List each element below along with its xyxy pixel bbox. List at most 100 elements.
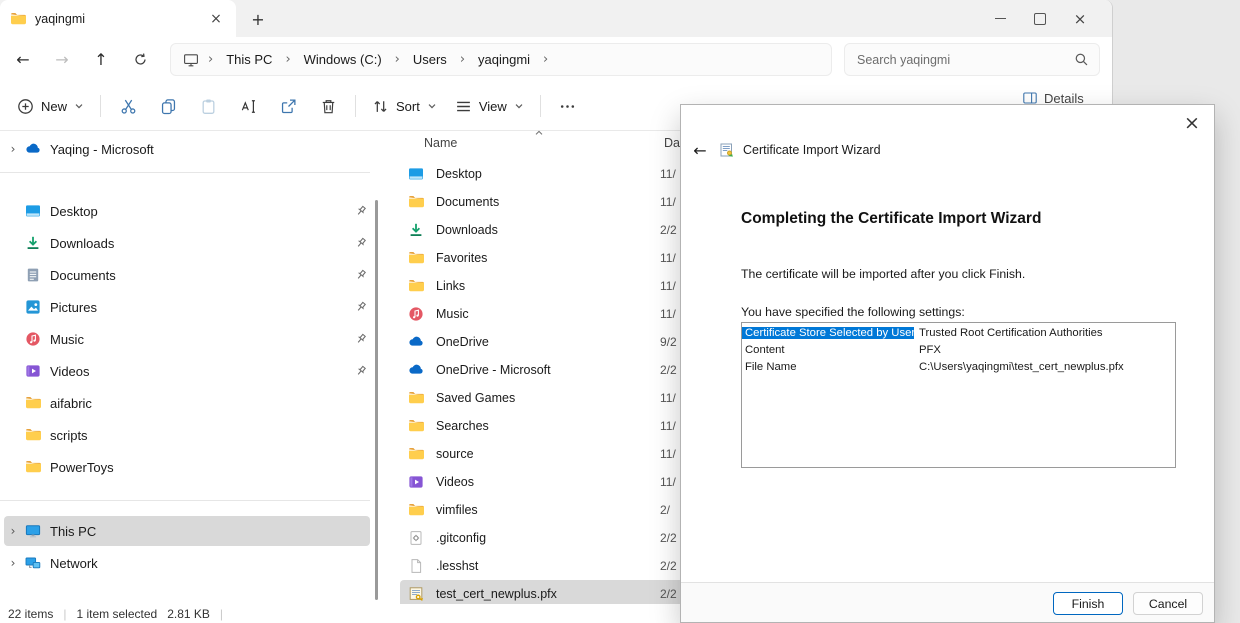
expand-chevron-icon[interactable]: › — [6, 524, 20, 538]
sidebar-scrollbar[interactable] — [375, 200, 378, 600]
folder-icon — [408, 446, 424, 462]
sidebar-item-label: aifabric — [50, 396, 92, 411]
copy-button[interactable] — [148, 89, 188, 123]
selection-count: 1 item selected — [76, 607, 157, 621]
rename-icon — [240, 98, 257, 115]
maximize-button[interactable] — [1020, 4, 1060, 34]
sidebar-item-aifabric[interactable]: aifabric — [4, 388, 374, 418]
selection-size: 2.81 KB — [167, 607, 210, 621]
navigation-bar: ← → ↑ › This PC › Windows (C:) › Users ›… — [0, 37, 1112, 82]
dialog-back-button[interactable]: ← — [689, 141, 711, 160]
folder-icon — [408, 502, 424, 518]
delete-button[interactable] — [308, 89, 348, 123]
up-button[interactable]: ↑ — [86, 45, 116, 75]
back-button[interactable]: ← — [8, 45, 38, 75]
finish-button[interactable]: Finish — [1053, 592, 1123, 615]
sidebar-item-documents[interactable]: Documents — [4, 260, 374, 290]
view-list-icon — [455, 98, 472, 115]
dialog-header: ← Certificate Import Wizard — [689, 137, 881, 163]
network-icon — [25, 555, 41, 571]
new-button[interactable]: New — [8, 89, 93, 123]
wizard-body-text: The certificate will be imported after y… — [741, 267, 1025, 281]
sidebar-item-label: Desktop — [50, 204, 98, 219]
paste-icon — [200, 98, 217, 115]
toolbar-separator — [540, 95, 541, 117]
certificate-wizard-icon — [719, 142, 735, 158]
sidebar-item-desktop[interactable]: Desktop — [4, 196, 374, 226]
folder-icon — [408, 194, 424, 210]
window-controls: × — [980, 0, 1100, 37]
onedrive-cloud-icon — [408, 362, 424, 378]
sort-ascending-icon — [533, 127, 545, 141]
screen: yaqingmi × + × ← → ↑ › This PC › W — [0, 0, 1240, 623]
dialog-footer: Finish Cancel — [681, 582, 1214, 622]
new-tab-button[interactable]: + — [246, 7, 270, 31]
cancel-button[interactable]: Cancel — [1133, 592, 1203, 615]
folder-icon — [25, 427, 41, 443]
view-button-label: View — [479, 99, 507, 114]
search-input[interactable] — [855, 52, 1074, 68]
wizard-heading: Completing the Certificate Import Wizard — [741, 210, 1041, 228]
cut-button[interactable] — [108, 89, 148, 123]
breadcrumb-users[interactable]: Users — [409, 50, 451, 69]
dialog-close-icon[interactable]: × — [1178, 109, 1206, 137]
settings-row-file-name[interactable]: File Name C:\Users\yaqingmi\test_cert_ne… — [742, 358, 1175, 375]
settings-row-content[interactable]: Content PFX — [742, 341, 1175, 358]
status-separator: | — [220, 607, 223, 621]
pin-icon — [354, 268, 368, 282]
column-header-name[interactable]: Name — [424, 136, 457, 150]
paste-button[interactable] — [188, 89, 228, 123]
this-pc-monitor-icon — [183, 52, 199, 68]
breadcrumb-yaqingmi[interactable]: yaqingmi — [474, 50, 534, 69]
sidebar-item-this-pc[interactable]: › This PC — [4, 516, 370, 546]
tab-close-icon[interactable]: × — [206, 9, 226, 29]
onedrive-cloud-icon — [25, 141, 41, 157]
sidebar-item-label: PowerToys — [50, 460, 114, 475]
view-button[interactable]: View — [446, 89, 533, 123]
pin-icon — [354, 300, 368, 314]
chevron-right-icon: › — [543, 52, 548, 67]
desktop-icon — [408, 166, 424, 182]
expand-chevron-icon[interactable]: › — [6, 556, 20, 570]
sidebar-item-videos[interactable]: Videos — [4, 356, 374, 386]
expand-chevron-icon[interactable]: › — [6, 142, 20, 156]
music-icon — [408, 306, 424, 322]
column-header-date[interactable]: Da — [664, 136, 680, 150]
documents-icon — [25, 267, 41, 283]
gitconfig-file-icon — [408, 530, 424, 546]
dialog-title: Certificate Import Wizard — [743, 143, 881, 157]
forward-button[interactable]: → — [47, 45, 77, 75]
copy-icon — [160, 98, 177, 115]
sidebar-item-network[interactable]: › Network — [4, 548, 374, 578]
sidebar-item-downloads[interactable]: Downloads — [4, 228, 374, 258]
chevron-right-icon: › — [460, 52, 465, 67]
more-options-button[interactable] — [548, 89, 588, 123]
sidebar-item-powertoys[interactable]: PowerToys — [4, 452, 374, 482]
sidebar-item-pictures[interactable]: Pictures — [4, 292, 374, 322]
file-icon — [408, 558, 424, 574]
breadcrumb-windows-c[interactable]: Windows (C:) — [300, 50, 386, 69]
pin-icon — [354, 332, 368, 346]
minimize-button[interactable] — [980, 4, 1020, 34]
breadcrumb-this-pc[interactable]: This PC — [222, 50, 276, 69]
folder-icon — [10, 11, 26, 27]
sidebar-item-music[interactable]: Music — [4, 324, 374, 354]
refresh-button[interactable] — [125, 45, 155, 75]
refresh-icon — [133, 52, 148, 67]
sort-button[interactable]: Sort — [363, 89, 446, 123]
explorer-tab-yaqingmi[interactable]: yaqingmi × — [0, 0, 236, 37]
sidebar-item-yaqing-microsoft[interactable]: › Yaqing - Microsoft — [4, 134, 374, 164]
sidebar-item-label: Videos — [50, 364, 90, 379]
sidebar-item-scripts[interactable]: scripts — [4, 420, 374, 450]
window-close-button[interactable]: × — [1060, 4, 1100, 34]
chevron-down-icon — [427, 101, 437, 111]
chevron-right-icon: › — [395, 52, 400, 67]
share-button[interactable] — [268, 89, 308, 123]
sort-button-label: Sort — [396, 99, 420, 114]
chevron-right-icon: › — [285, 52, 290, 67]
status-separator: | — [63, 607, 66, 621]
search-icon — [1074, 52, 1089, 67]
rename-button[interactable] — [228, 89, 268, 123]
sidebar-item-label: This PC — [50, 524, 96, 539]
settings-row-certificate-store[interactable]: Certificate Store Selected by User Trust… — [742, 324, 1175, 341]
